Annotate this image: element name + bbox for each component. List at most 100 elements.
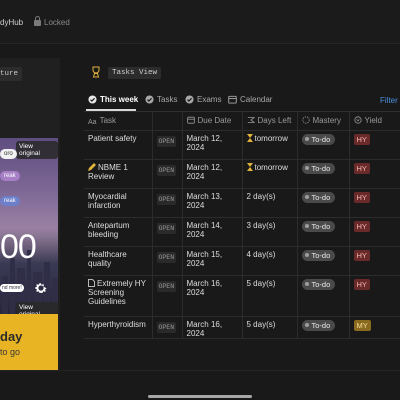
days-left: 4 day(s) — [242, 246, 298, 276]
table-header: Aa Task Due Date Days Left Mastery Yield — [84, 112, 400, 131]
select-icon — [353, 116, 362, 124]
locked-status[interactable]: Locked — [34, 16, 70, 27]
hourglass-icon — [246, 162, 253, 171]
tasks-view-icon — [92, 66, 100, 78]
yield-tag[interactable]: HY — [353, 278, 370, 290]
timer-controls: nd more! — [0, 278, 58, 298]
table-row[interactable]: Patient safety OPEN March 12, 2024 tomor… — [84, 130, 400, 160]
tasks-table: Aa Task Due Date Days Left Mastery Yield … — [84, 112, 400, 339]
widget-footer: day to go — [0, 314, 58, 373]
tab-this-week-label: This week — [100, 95, 139, 104]
tab-exams-label: Exams — [197, 95, 222, 104]
due-date: March 12, 2024 — [182, 159, 243, 189]
column-header-days-left[interactable]: Days Left — [242, 112, 298, 131]
table-row[interactable]: Antepartum bleeding OPEN March 14, 2024 … — [84, 217, 400, 247]
pomodoro-chip[interactable]: oro — [0, 149, 17, 159]
open-button[interactable]: OPEN — [156, 321, 177, 333]
open-button[interactable]: OPEN — [156, 280, 177, 292]
yield-tag[interactable]: MY — [353, 319, 371, 331]
column-header-open — [152, 112, 183, 131]
tab-calendar-label: Calendar — [240, 95, 273, 104]
bottom-bar — [0, 370, 400, 400]
open-button[interactable]: OPEN — [156, 222, 177, 234]
tasks-view-title[interactable]: Tasks View — [108, 67, 162, 79]
tab-tasks[interactable]: Tasks — [145, 95, 177, 104]
days-left: tomorrow — [242, 130, 298, 160]
mastery-status[interactable]: To-do — [301, 162, 336, 174]
due-date: March 13, 2024 — [182, 188, 243, 218]
more-button[interactable]: nd more! — [0, 284, 24, 292]
tab-exams[interactable]: Exams — [185, 95, 221, 104]
page-title[interactable]: dyHub — [0, 18, 23, 27]
footer-title: day — [0, 329, 23, 344]
task-name[interactable]: Hyperthyroidism — [84, 316, 153, 339]
calendar-icon — [228, 95, 237, 104]
mastery-status[interactable]: To-do — [301, 278, 336, 290]
open-button[interactable]: OPEN — [156, 193, 177, 205]
formula-icon — [247, 117, 255, 123]
long-break-chip[interactable]: reak — [0, 196, 20, 206]
section-pill: ture — [0, 67, 22, 81]
task-name[interactable]: Antepartum bleeding — [84, 217, 153, 247]
tab-this-week[interactable]: This week — [88, 95, 138, 104]
column-header-task[interactable]: Aa Task — [84, 112, 153, 131]
task-name[interactable]: Healthcare quality — [84, 246, 153, 276]
text-icon: Aa — [88, 119, 97, 126]
table-row[interactable]: Hyperthyroidism OPEN March 16, 2024 5 da… — [84, 316, 400, 339]
status-icon — [301, 116, 310, 124]
task-name[interactable]: Myocardial infarction — [84, 188, 153, 218]
calendar-icon — [186, 116, 195, 124]
task-name[interactable]: NBME 1 Review — [84, 159, 153, 189]
timer-display: 00 — [0, 228, 37, 266]
locked-label: Locked — [44, 18, 70, 27]
task-name[interactable]: Patient safety — [84, 130, 153, 160]
check-circle-icon — [88, 95, 97, 104]
open-button[interactable]: OPEN — [156, 251, 177, 263]
days-left: tomorrow — [242, 159, 298, 189]
document-icon — [88, 278, 95, 287]
days-left: 3 day(s) — [242, 217, 298, 247]
days-left: 2 day(s) — [242, 188, 298, 218]
footer-subtitle: to go — [0, 347, 21, 357]
due-date: March 16, 2024 — [182, 275, 243, 317]
days-left: 5 day(s) — [242, 316, 298, 339]
mastery-status[interactable]: To-do — [301, 319, 336, 331]
days-left: 5 day(s) — [242, 275, 298, 317]
mastery-status[interactable]: To-do — [301, 220, 336, 232]
yield-tag[interactable]: HY — [353, 249, 370, 261]
yield-tag[interactable]: HY — [353, 191, 370, 203]
due-date: March 14, 2024 — [182, 217, 243, 247]
table-row[interactable]: Extremely HY Screening Guidelines OPEN M… — [84, 275, 400, 317]
pencil-icon — [88, 162, 96, 171]
due-date: March 16, 2024 — [182, 316, 243, 339]
table-row[interactable]: Myocardial infarction OPEN March 13, 202… — [84, 188, 400, 218]
column-header-yield[interactable]: Yield — [349, 112, 400, 131]
check-circle-icon — [145, 95, 154, 104]
widget-background-image: View original oro reak reak 00 nd more! … — [0, 138, 58, 320]
view-original-button[interactable]: View original — [16, 141, 58, 159]
lock-icon — [34, 16, 41, 26]
column-header-due-date[interactable]: Due Date — [182, 112, 243, 131]
tab-calendar[interactable]: Calendar — [228, 95, 272, 104]
top-bar: dyHub Locked — [0, 0, 400, 44]
table-row[interactable]: Healthcare quality OPEN March 15, 2024 4… — [84, 246, 400, 276]
gear-icon[interactable] — [34, 281, 48, 295]
yield-tag[interactable]: HY — [353, 133, 370, 145]
short-break-chip[interactable]: reak — [0, 171, 20, 181]
home-indicator[interactable] — [148, 395, 252, 398]
yield-tag[interactable]: HY — [353, 162, 370, 174]
due-date: March 12, 2024 — [182, 130, 243, 160]
mastery-status[interactable]: To-do — [301, 191, 336, 203]
open-button[interactable]: OPEN — [156, 164, 177, 176]
mastery-status[interactable]: To-do — [301, 133, 336, 145]
filter-button[interactable]: Filter — [380, 96, 398, 105]
mastery-status[interactable]: To-do — [301, 249, 336, 261]
check-circle-icon — [185, 95, 194, 104]
yield-tag[interactable]: HY — [353, 220, 370, 232]
task-name[interactable]: Extremely HY Screening Guidelines — [84, 275, 153, 317]
timer-widget: View original oro reak reak 00 nd more! … — [0, 138, 58, 373]
due-date: March 15, 2024 — [182, 246, 243, 276]
column-header-mastery[interactable]: Mastery — [297, 112, 350, 131]
table-row[interactable]: NBME 1 Review OPEN March 12, 2024 tomorr… — [84, 159, 400, 189]
open-button[interactable]: OPEN — [156, 135, 177, 147]
